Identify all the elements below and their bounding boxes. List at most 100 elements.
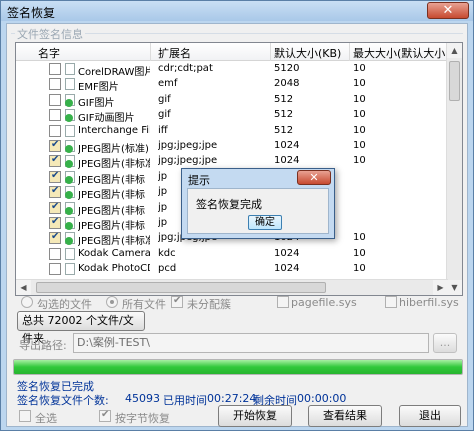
row-checkbox[interactable] — [49, 185, 61, 199]
cell-default-size: 512 — [274, 93, 294, 105]
cell-default-size: 512 — [274, 109, 294, 121]
cell-ext: kdc — [158, 247, 176, 259]
row-checkbox[interactable] — [49, 247, 61, 260]
row-checkbox[interactable] — [49, 154, 61, 168]
scroll-up-icon[interactable]: ▲ — [447, 43, 462, 58]
scroll-right-icon[interactable]: ▶ — [433, 280, 448, 295]
vertical-scrollbar[interactable]: ▲ ▼ — [446, 43, 462, 295]
file-type-icon — [65, 78, 75, 91]
cell-name: JPEG图片(非标 — [78, 174, 145, 186]
cell-max-size: 10 — [353, 124, 366, 136]
cell-max-size: 10 — [353, 232, 366, 244]
cell-default-size: 5120 — [274, 63, 300, 74]
by-byte-label: 按字节恢复 — [115, 412, 170, 425]
table-row[interactable]: EMF图片 emf 2048 10 — [16, 77, 448, 94]
cell-name: GIF图片 — [78, 97, 115, 109]
file-type-icon — [65, 155, 75, 169]
table-row[interactable]: Kodak Camera DC2 kdc 1024 10 — [16, 247, 448, 262]
browse-button[interactable]: ... — [433, 333, 457, 353]
row-checkbox[interactable] — [49, 63, 61, 75]
cell-default-size: 1024 — [274, 247, 300, 259]
total-files-button[interactable]: 总共 72002 个文件/文件夹 — [17, 311, 145, 345]
row-checkbox[interactable] — [49, 201, 61, 214]
prompt-dialog: 提示 ✕ 签名恢复完成 确定 — [181, 168, 335, 239]
cell-ext: emf — [158, 78, 178, 90]
by-byte-checkbox[interactable] — [99, 409, 111, 422]
cell-name: JPEG图片(非标准) — [78, 159, 150, 171]
column-separator[interactable] — [349, 43, 350, 61]
pagefile-checkbox[interactable] — [277, 296, 289, 308]
row-checkbox[interactable] — [49, 124, 61, 137]
cell-name: JPEG图片(非标 — [78, 205, 145, 217]
cell-ext: gif — [158, 109, 171, 121]
dialog-ok-button[interactable]: 确定 — [248, 215, 282, 230]
radio-all-files-label: 所有文件 — [122, 298, 166, 311]
file-type-icon — [65, 186, 75, 200]
column-separator[interactable] — [270, 43, 271, 61]
cell-name: JPEG图片(标准) — [78, 144, 149, 155]
table-row[interactable]: Interchange File iff 512 10 — [16, 124, 448, 139]
title-bar[interactable]: 签名恢复 ✕ — [1, 1, 473, 21]
file-type-icon — [65, 247, 75, 260]
cell-ext: jpg;jpeg;jpe — [158, 140, 218, 151]
select-all-checkbox[interactable] — [19, 410, 31, 422]
horizontal-scrollbar[interactable]: ◀ ▶ — [16, 279, 448, 295]
table-row[interactable]: GIF动画图片 gif 512 10 — [16, 108, 448, 125]
radio-checked-files[interactable] — [21, 296, 33, 308]
row-checkbox[interactable] — [49, 263, 61, 276]
table-row[interactable]: Kodak PhotoCD pcd 1024 10 — [16, 262, 448, 277]
table-row[interactable]: CorelDRAW图片 cdr;cdt;pat 5120 10 — [16, 62, 448, 78]
close-button[interactable]: ✕ — [427, 2, 469, 19]
row-checkbox[interactable] — [49, 170, 61, 183]
row-checkbox[interactable] — [49, 231, 61, 245]
file-type-icon — [65, 124, 75, 137]
cell-max-size: 10 — [353, 63, 366, 74]
scroll-left-icon[interactable]: ◀ — [16, 280, 31, 295]
cell-name: Interchange File — [78, 124, 150, 136]
column-header-ext[interactable]: 扩展名 — [158, 45, 268, 61]
cell-max-size: 10 — [353, 263, 366, 275]
column-header-default-size[interactable]: 默认大小(KB) — [274, 45, 348, 61]
recovered-count: 45093 — [125, 392, 160, 405]
radio-all-files[interactable] — [106, 296, 118, 308]
table-row[interactable]: GIF图片 gif 512 10 — [16, 93, 448, 109]
column-separator[interactable] — [150, 43, 151, 61]
row-checkbox[interactable] — [49, 78, 61, 91]
cell-max-size: 10 — [353, 93, 366, 105]
row-checkbox[interactable] — [49, 139, 61, 152]
scroll-thumb[interactable] — [449, 61, 460, 101]
unallocated-checkbox[interactable] — [171, 295, 183, 308]
exit-button[interactable]: 退出 — [399, 405, 461, 427]
cell-name: Kodak PhotoCD — [78, 263, 150, 275]
view-results-button[interactable]: 查看结果 — [308, 405, 382, 427]
cell-name: Kodak Camera DC2 — [78, 247, 150, 259]
file-type-icon — [65, 93, 75, 107]
scroll-down-icon[interactable]: ▼ — [447, 280, 462, 295]
dialog-close-button[interactable]: ✕ — [297, 170, 331, 185]
file-type-icon — [65, 263, 75, 276]
hiberfil-checkbox[interactable] — [385, 296, 397, 308]
signature-recovery-window: 签名恢复 ✕ 文件签名信息 名字 扩展名 默认大小(KB) 最大大小(默认大小的… — [0, 0, 474, 431]
scroll-thumb[interactable] — [36, 282, 326, 293]
table-row[interactable]: JPEG图片(标准) jpg;jpeg;jpe 1024 10 — [16, 139, 448, 155]
cell-ext: gif — [158, 93, 171, 105]
start-recovery-button[interactable]: 开始恢复 — [218, 405, 292, 427]
cell-name: CorelDRAW图片 — [78, 67, 150, 78]
cell-default-size: 1024 — [274, 140, 300, 151]
cell-ext: pcd — [158, 263, 177, 275]
row-checkbox[interactable] — [49, 109, 61, 122]
cell-name: GIF动画图片 — [78, 113, 135, 125]
export-path-input[interactable]: D:\案例-TEST\ — [73, 333, 429, 353]
elapsed-label: 已用时间 — [163, 394, 207, 407]
cell-name: EMF图片 — [78, 82, 119, 94]
row-checkbox[interactable] — [49, 93, 61, 106]
cell-max-size: 10 — [353, 155, 366, 167]
row-checkbox[interactable] — [49, 216, 61, 229]
cell-name: JPEG图片(非标 — [78, 190, 145, 202]
file-type-icon — [65, 217, 75, 230]
export-path-label: 导出路径: — [19, 339, 67, 352]
recovered-count-label: 签名恢复文件个数: — [17, 394, 109, 407]
column-header-name[interactable]: 名字 — [38, 45, 138, 61]
column-header-max-size[interactable]: 最大大小(默认大小的倍 — [353, 45, 448, 61]
dialog-title: 提示 — [188, 174, 210, 187]
